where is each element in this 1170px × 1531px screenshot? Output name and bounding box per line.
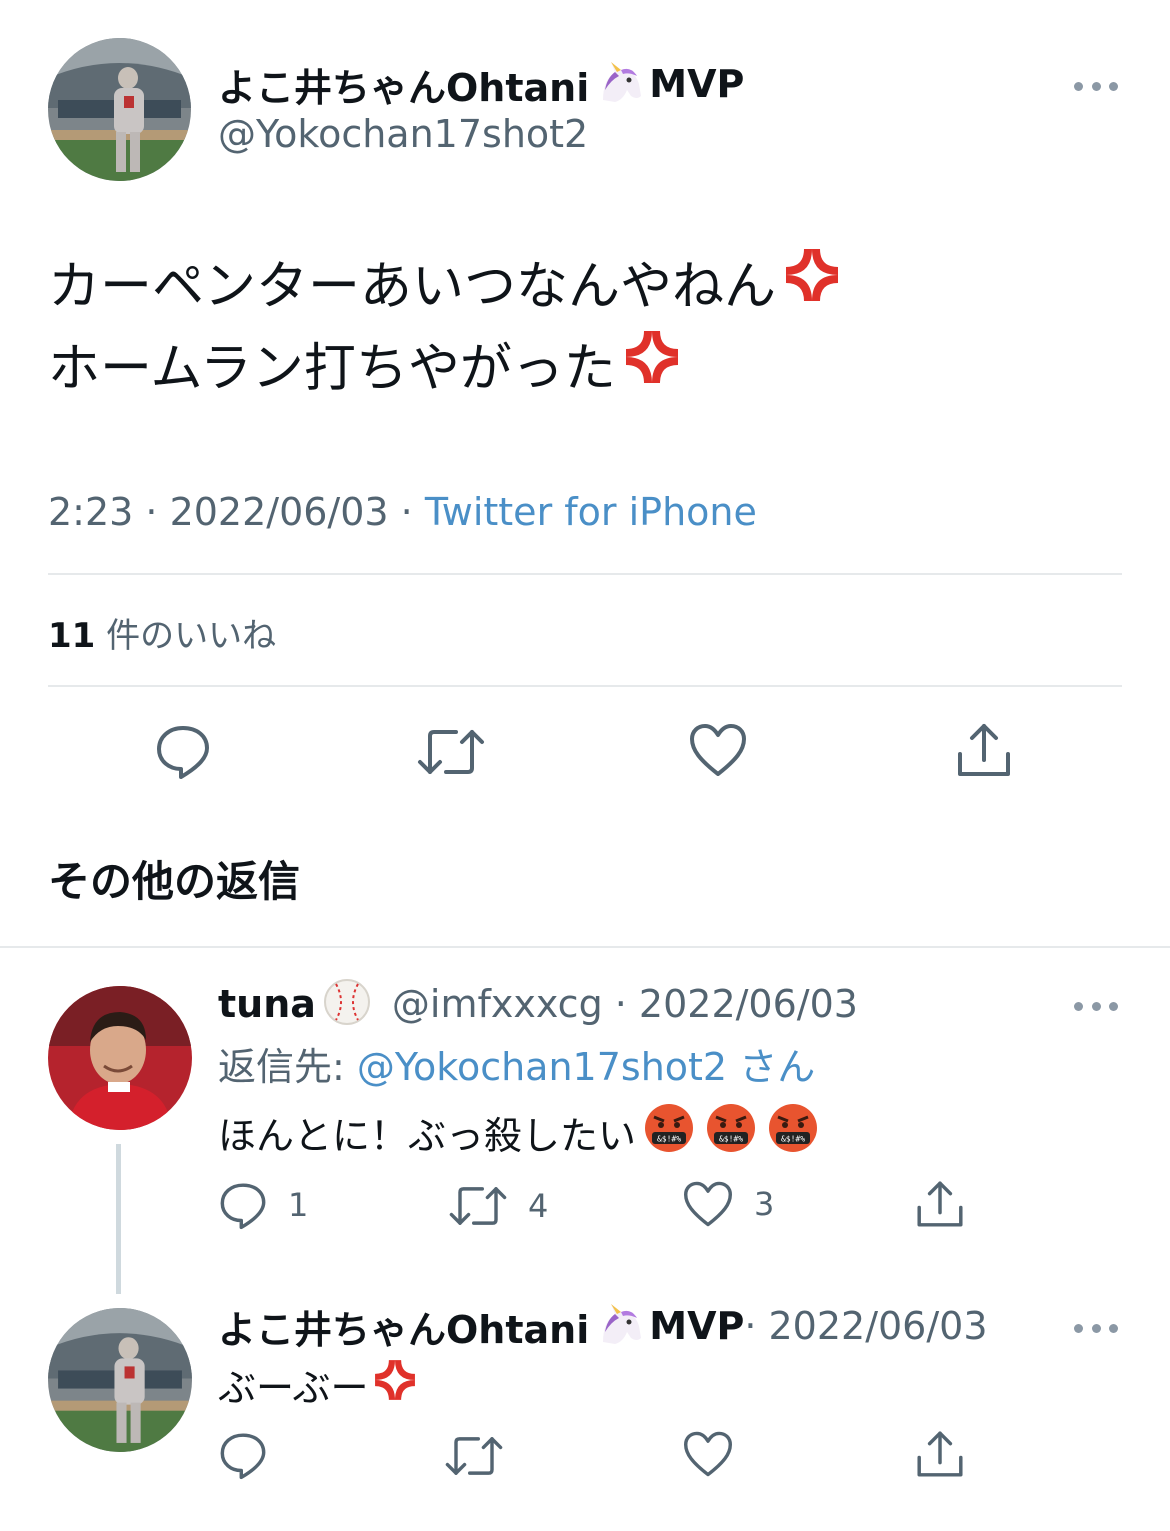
reply-text-content: ぶーぶー — [218, 1365, 369, 1410]
cursing-face-emoji: &$!#% — [704, 1101, 758, 1164]
reply-name-suffix: MVP — [649, 1304, 745, 1348]
retweet-button[interactable] — [444, 1432, 504, 1480]
reply-text: ぶーぶー — [218, 1356, 418, 1412]
author-avatar[interactable] — [48, 38, 191, 181]
heart-icon — [690, 724, 746, 776]
heart-icon — [684, 1181, 732, 1227]
retweet-button[interactable]: 4 — [448, 1182, 548, 1230]
share-button[interactable] — [954, 720, 1014, 780]
thread-connector — [116, 1144, 121, 1294]
reply-text: ほんとに！ぶっ殺したい &$!#% &$!#% &$!#% — [218, 1103, 820, 1160]
more-icon[interactable] — [1074, 1320, 1118, 1336]
retweet-icon — [445, 1437, 503, 1475]
retweet-icon — [449, 1187, 507, 1225]
svg-text:&$!#%: &$!#% — [719, 1134, 743, 1143]
reply-header[interactable]: tuna @imfxxxcg · 2022/06/03 — [218, 978, 858, 1030]
reply-handle-date: @imfxxxcg · 2022/06/03 — [391, 982, 858, 1026]
reply-text-content: ほんとに！ぶっ殺したい — [218, 1113, 637, 1158]
retweet-count: 4 — [528, 1187, 549, 1225]
reply-date: · 2022/06/03 — [744, 1304, 988, 1348]
divider — [48, 573, 1122, 575]
reply-button[interactable] — [218, 1430, 268, 1480]
tweet-timestamp: 2:23 · 2022/06/03 · Twitter for iPhone — [48, 490, 757, 534]
reply-display-name: よこ井ちゃんOhtani — [218, 1307, 590, 1352]
reply-count: 1 — [288, 1186, 309, 1224]
divider — [48, 685, 1122, 687]
tweet-text-line-2: ホームラン打ちやがった — [48, 339, 616, 399]
like-button[interactable]: 3 — [682, 1180, 774, 1228]
share-button[interactable] — [914, 1178, 966, 1230]
tweet-time[interactable]: 2:23 · 2022/06/03 · — [48, 490, 425, 534]
reply-icon — [220, 1433, 266, 1480]
tweet-detail-page: よこ井ちゃんOhtani MVP @Yokochan17shot2 カーペンター… — [0, 0, 1170, 1531]
like-button[interactable] — [688, 722, 748, 778]
likes-label: 件のいいね — [106, 616, 277, 656]
reply-avatar[interactable] — [48, 986, 192, 1130]
unicorn-emoji — [597, 60, 645, 108]
tweet-text: カーペンターあいつなんやねん ホームラン打ちやがった — [48, 246, 1128, 410]
like-count: 3 — [754, 1185, 775, 1223]
more-icon[interactable] — [1074, 998, 1118, 1014]
retweet-icon — [418, 730, 484, 774]
reply-to-suffix: さん — [727, 1045, 816, 1089]
section-title: その他の返信 — [48, 857, 301, 906]
cursing-face-emoji: &$!#% — [766, 1101, 820, 1164]
reply-icon — [157, 726, 209, 779]
reply-button[interactable] — [154, 722, 212, 780]
anger-emoji — [622, 327, 682, 411]
reply-to-line: 返信先: @Yokochan17shot2 さん — [218, 1036, 815, 1091]
cursing-face-emoji: &$!#% — [642, 1101, 696, 1164]
likes-summary[interactable]: 11 件のいいね — [48, 608, 276, 657]
baseball-emoji — [322, 977, 372, 1031]
reply-to-handle[interactable]: @Yokochan17shot2 — [357, 1045, 727, 1089]
share-icon — [958, 724, 1010, 776]
heart-icon — [684, 1431, 732, 1477]
reply-button[interactable]: 1 — [218, 1180, 308, 1230]
divider — [0, 946, 1170, 948]
reply-header[interactable]: よこ井ちゃんOhtani MVP · 2022/06/03 — [218, 1300, 988, 1352]
reply-avatar[interactable] — [48, 1308, 192, 1452]
share-icon — [917, 1181, 963, 1227]
reply-icon — [220, 1183, 266, 1230]
author-name-row[interactable]: よこ井ちゃんOhtani MVP — [218, 58, 744, 110]
author-display-name: よこ井ちゃんOhtani — [218, 65, 590, 110]
author-name-suffix: MVP — [649, 62, 745, 106]
anger-emoji — [372, 1357, 418, 1412]
reply-display-name: tuna — [218, 982, 316, 1026]
share-icon — [917, 1431, 963, 1477]
svg-text:&$!#%: &$!#% — [657, 1134, 681, 1143]
anger-emoji — [782, 245, 842, 329]
share-button[interactable] — [914, 1428, 966, 1480]
svg-text:&$!#%: &$!#% — [781, 1134, 805, 1143]
more-icon[interactable] — [1074, 78, 1118, 94]
unicorn-emoji — [597, 1302, 645, 1350]
retweet-button[interactable] — [416, 724, 486, 780]
like-button[interactable] — [682, 1430, 734, 1478]
tweet-text-line-1: カーペンターあいつなんやねん — [48, 257, 777, 317]
likes-count: 11 — [48, 616, 96, 656]
reply-to-label: 返信先: — [218, 1045, 357, 1089]
author-handle[interactable]: @Yokochan17shot2 — [218, 112, 588, 156]
tweet-source-link[interactable]: Twitter for iPhone — [425, 490, 757, 534]
